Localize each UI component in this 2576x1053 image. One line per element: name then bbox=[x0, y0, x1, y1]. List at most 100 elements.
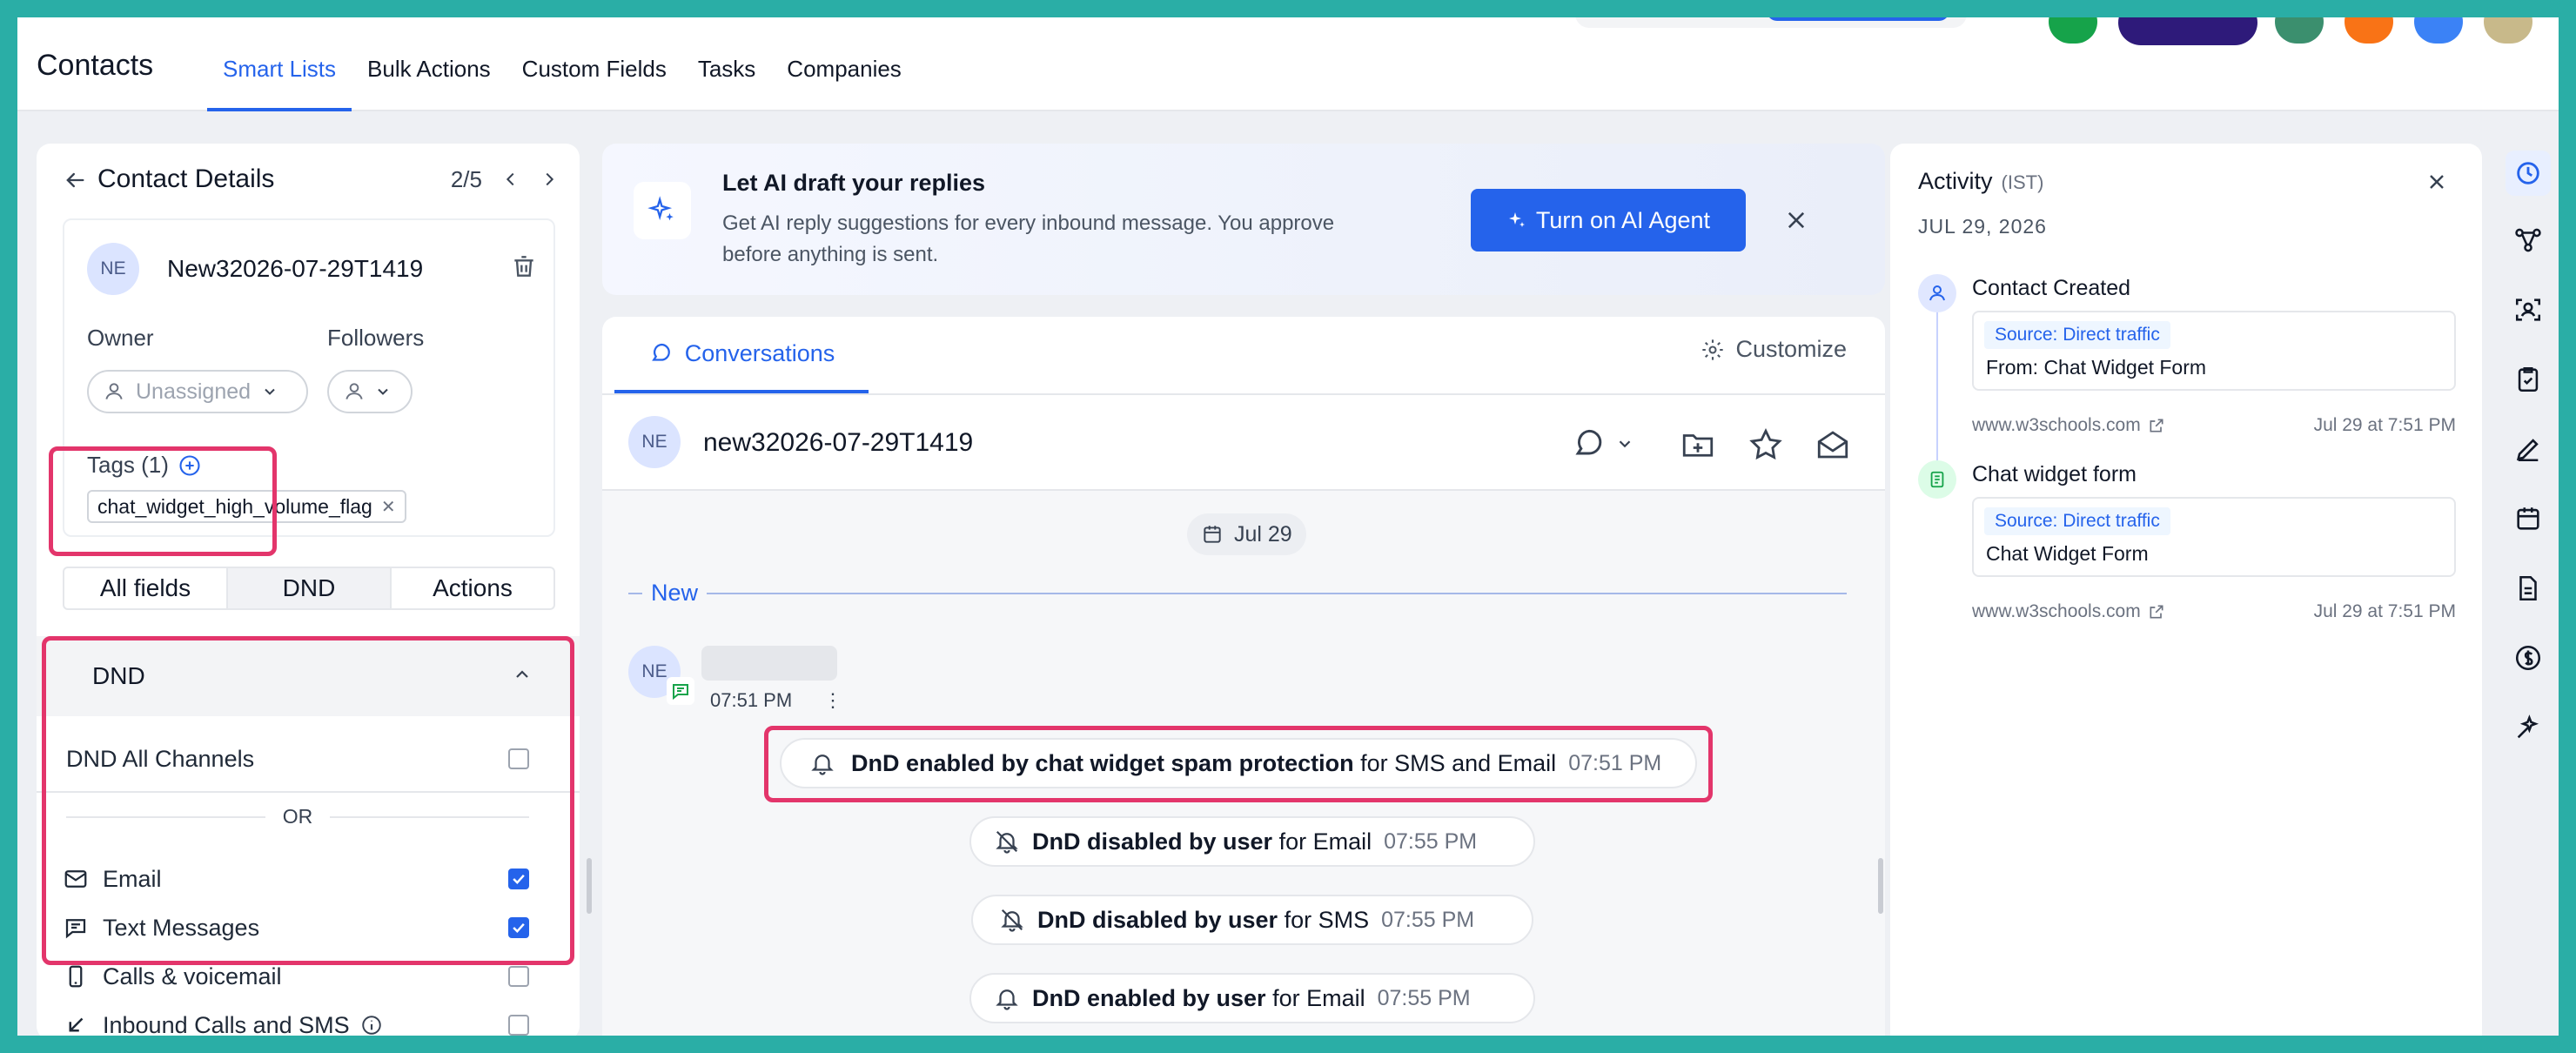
activity-timezone: (IST) bbox=[2001, 171, 2044, 193]
top-avatar-user[interactable] bbox=[2484, 17, 2532, 44]
resize-handle-right[interactable] bbox=[1878, 858, 1883, 914]
resize-handle-left[interactable] bbox=[587, 858, 592, 914]
top-avatar-teal[interactable] bbox=[2275, 17, 2324, 44]
timeline-line bbox=[1936, 293, 1938, 476]
new-divider: New bbox=[628, 580, 1847, 607]
inbound-checkbox[interactable] bbox=[508, 1015, 529, 1036]
sparkle-icon-tile bbox=[634, 182, 691, 239]
activity-card: Source: Direct traffic Chat Widget Form bbox=[1972, 497, 2456, 577]
prev-icon[interactable] bbox=[501, 166, 520, 193]
site-url: www.w3schools.com bbox=[1972, 601, 2141, 621]
activity-panel: Activity (IST) JUL 29, 2026 Contact Crea… bbox=[1890, 144, 2482, 1036]
turn-on-ai-agent-button[interactable]: Turn on AI Agent bbox=[1471, 189, 1746, 252]
chevron-down-icon bbox=[261, 383, 278, 400]
event-rest: for Email bbox=[1272, 984, 1365, 1011]
owner-select[interactable]: Unassigned bbox=[87, 370, 308, 413]
remove-tag-icon[interactable]: ✕ bbox=[381, 496, 396, 518]
spam-event-highlight bbox=[764, 726, 1713, 802]
document-icon[interactable] bbox=[2510, 570, 2546, 607]
external-link-icon bbox=[2148, 417, 2165, 434]
contact-details-title: Contact Details bbox=[97, 164, 275, 193]
event-bold: DnD disabled by user bbox=[1037, 906, 1278, 933]
dollar-icon[interactable] bbox=[2510, 640, 2546, 676]
owner-value: Unassigned bbox=[136, 379, 252, 404]
ai-banner-title: Let AI draft your replies bbox=[722, 170, 986, 196]
star-icon[interactable] bbox=[1748, 426, 1784, 463]
user-created-icon bbox=[1918, 274, 1956, 312]
pen-icon[interactable] bbox=[2510, 431, 2546, 467]
workflow-icon[interactable] bbox=[2510, 222, 2546, 258]
channel-select-icon[interactable] bbox=[1570, 425, 1634, 463]
bell-off-icon bbox=[994, 828, 1020, 855]
top-avatar-green[interactable] bbox=[2049, 17, 2097, 44]
tags-highlight bbox=[49, 446, 277, 556]
clipboard-check-icon[interactable] bbox=[2510, 361, 2546, 398]
conversation-header: NE new32026-07-29T1419 bbox=[602, 393, 1885, 491]
conversation-body: Jul 29 New NE 07:51 PM ⋮ DnD enabled by … bbox=[602, 491, 1885, 1036]
conversation-contact-name: new32026-07-29T1419 bbox=[703, 428, 974, 457]
message-time: 07:51 PM bbox=[710, 689, 793, 711]
tab-bulk-actions[interactable]: Bulk Actions bbox=[352, 17, 506, 111]
activity-card: Source: Direct traffic From: Chat Widget… bbox=[1972, 311, 2456, 391]
user-icon bbox=[343, 380, 366, 403]
tab-companies[interactable]: Companies bbox=[771, 17, 917, 111]
ai-banner: Let AI draft your replies Get AI reply s… bbox=[602, 144, 1885, 295]
activity-site-link[interactable]: www.w3schools.com bbox=[1972, 601, 2165, 622]
contact-details-header: Contact Details 2/5 bbox=[63, 163, 559, 198]
message-bubble-placeholder bbox=[701, 646, 837, 681]
avatar: NE bbox=[87, 243, 139, 295]
scan-users-icon[interactable] bbox=[2510, 292, 2546, 328]
event-rest: for Email bbox=[1278, 828, 1372, 855]
source-badge: Source: Direct traffic bbox=[1984, 321, 2170, 349]
calendar-icon[interactable] bbox=[2510, 500, 2546, 537]
bell-off-icon bbox=[999, 907, 1025, 933]
phone-icon bbox=[63, 963, 89, 989]
gear-icon bbox=[1701, 338, 1725, 362]
envelope-icon[interactable] bbox=[1814, 426, 1852, 463]
dnd-event-disabled-email: DnD disabled by user for Email 07:55 PM bbox=[969, 816, 1535, 867]
external-link-icon bbox=[2148, 603, 2165, 620]
owner-label: Owner bbox=[87, 325, 154, 351]
top-avatar-blue[interactable] bbox=[2414, 17, 2463, 44]
folder-add-icon[interactable] bbox=[1680, 426, 1716, 463]
turn-on-ai-agent-label: Turn on AI Agent bbox=[1535, 206, 1711, 233]
customize-button[interactable]: Customize bbox=[1701, 336, 1847, 363]
back-arrow-icon[interactable] bbox=[63, 168, 87, 192]
tab-all-fields[interactable]: All fields bbox=[64, 568, 226, 608]
conversations-tab[interactable]: Conversations bbox=[614, 317, 869, 393]
tab-custom-fields[interactable]: Custom Fields bbox=[506, 17, 682, 111]
trash-icon[interactable] bbox=[510, 252, 538, 281]
activity-site-link[interactable]: www.w3schools.com bbox=[1972, 415, 2165, 436]
date-chip-label: Jul 29 bbox=[1234, 521, 1292, 547]
calls-label: Calls & voicemail bbox=[103, 962, 282, 989]
more-vertical-icon[interactable]: ⋮ bbox=[823, 689, 842, 712]
event-bold: DnD enabled by user bbox=[1032, 984, 1266, 1011]
tab-smart-lists[interactable]: Smart Lists bbox=[207, 17, 352, 111]
activity-clock-icon[interactable] bbox=[2506, 151, 2551, 196]
activity-detail: From: Chat Widget Form bbox=[1986, 356, 2207, 379]
tab-dnd[interactable]: DND bbox=[226, 568, 392, 608]
top-avatar-orange[interactable] bbox=[2345, 17, 2393, 44]
calls-checkbox[interactable] bbox=[508, 966, 529, 987]
pager-count: 2/5 bbox=[450, 166, 482, 192]
date-chip: Jul 29 bbox=[1187, 513, 1306, 555]
sparkle-icon bbox=[1506, 210, 1527, 231]
customize-label: Customize bbox=[1735, 336, 1847, 362]
close-icon[interactable] bbox=[1784, 208, 1808, 232]
dnd-event-disabled-sms: DnD disabled by user for SMS 07:55 PM bbox=[971, 895, 1533, 945]
tab-actions[interactable]: Actions bbox=[392, 568, 553, 608]
form-icon bbox=[1918, 460, 1956, 499]
top-button-edge[interactable] bbox=[1767, 17, 1949, 21]
next-icon[interactable] bbox=[540, 166, 559, 193]
close-icon[interactable] bbox=[2426, 171, 2447, 192]
tab-tasks[interactable]: Tasks bbox=[682, 17, 771, 111]
calendar-icon bbox=[1201, 523, 1224, 546]
detail-tabs: All fields DND Actions bbox=[63, 567, 555, 610]
info-icon[interactable] bbox=[360, 1014, 383, 1036]
activity-title-label: Activity bbox=[1918, 168, 1993, 194]
top-pill-purple[interactable] bbox=[2118, 17, 2257, 45]
chevron-down-icon bbox=[374, 383, 392, 400]
sparkle-icon[interactable] bbox=[2510, 709, 2546, 746]
event-time: 07:55 PM bbox=[1384, 828, 1478, 854]
followers-select[interactable] bbox=[327, 370, 413, 413]
